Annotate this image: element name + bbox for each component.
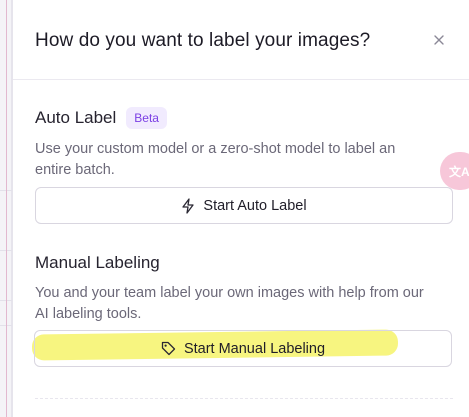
close-icon (434, 35, 444, 45)
close-button[interactable] (430, 31, 448, 49)
auto-label-section: Auto Label Beta Use your custom model or… (35, 107, 453, 224)
divider (0, 190, 12, 191)
divider (0, 250, 12, 251)
translate-icon: 文A (449, 164, 469, 179)
divider (0, 325, 12, 326)
tag-icon (161, 341, 176, 356)
start-auto-label-button[interactable]: Start Auto Label (35, 187, 453, 224)
manual-labeling-description: You and your team label your own images … (35, 285, 424, 322)
start-manual-labeling-button[interactable]: Start Manual Labeling (34, 330, 452, 367)
divider (0, 300, 12, 301)
beta-badge: Beta (126, 107, 167, 129)
dialog-title: How do you want to label your images? (35, 30, 371, 51)
start-auto-label-label: Start Auto Label (203, 197, 307, 214)
background-page-edge (0, 0, 12, 417)
dialog-header: How do you want to label your images? (13, 0, 469, 80)
screen: How do you want to label your images? Au… (0, 0, 469, 417)
auto-label-description: Use your custom model or a zero-shot mod… (35, 141, 396, 178)
manual-labeling-title: Manual Labeling (35, 253, 160, 272)
auto-label-title: Auto Label (35, 108, 117, 127)
manual-labeling-section: Manual Labeling You and your team label … (35, 253, 453, 325)
divider (35, 398, 453, 399)
start-manual-labeling-label: Start Manual Labeling (183, 340, 326, 357)
lightning-icon (182, 197, 195, 214)
